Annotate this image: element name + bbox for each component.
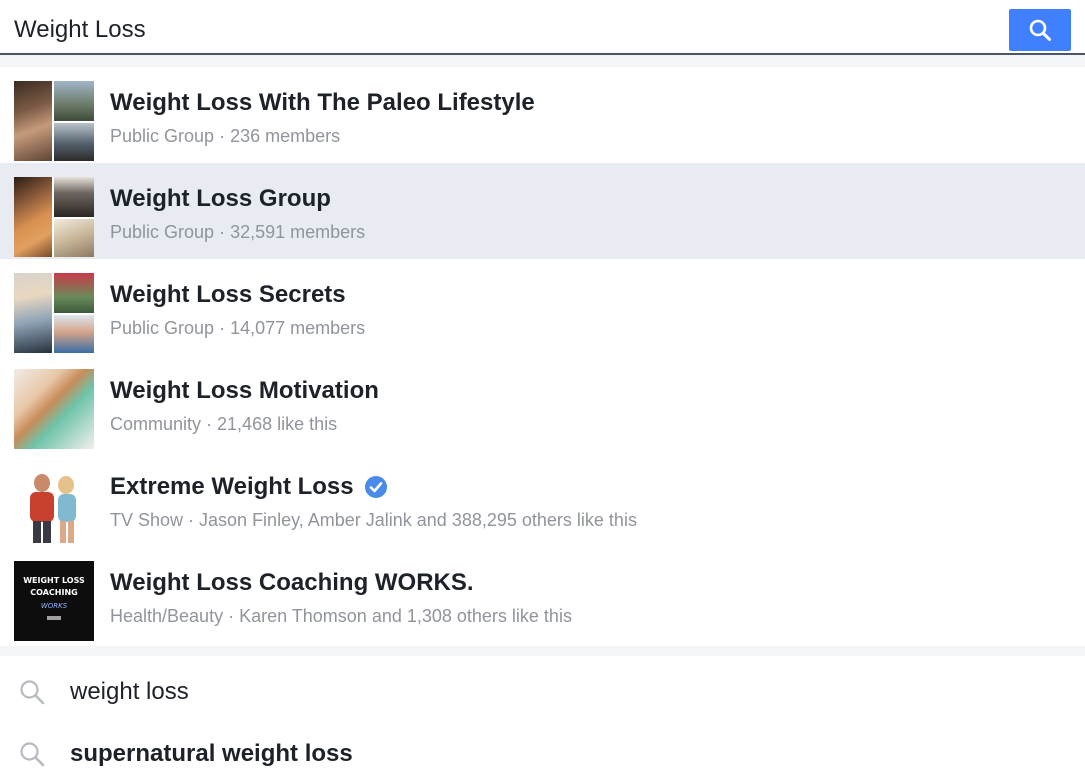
result-item[interactable]: Weight Loss Group Public Group · 32,591 … <box>0 163 1085 259</box>
result-item[interactable]: Weight Loss With The Paleo Lifestyle Pub… <box>0 67 1085 163</box>
group-thumbnail <box>14 177 94 257</box>
search-suggestion[interactable]: weight loss <box>0 664 1085 720</box>
result-title: Weight Loss Group <box>110 185 331 212</box>
group-thumbnail <box>14 273 94 353</box>
result-subtitle: Public Group · 32,591 members <box>110 222 366 242</box>
result-subtitle: Health/Beauty · Karen Thomson and 1,308 … <box>110 606 572 626</box>
result-subtitle: Public Group · 236 members <box>110 126 341 146</box>
page-logo-thumbnail: WEIGHT LOSS COACHING WORKS <box>14 561 94 641</box>
tv-show-thumbnail <box>14 465 94 545</box>
suggestions-divider <box>0 646 1085 656</box>
result-subtitle: TV Show · Jason Finley, Amber Jalink and… <box>110 510 637 530</box>
svg-text:COACHING: COACHING <box>30 588 77 597</box>
result-title: Weight Loss With The Paleo Lifestyle <box>110 89 535 116</box>
dropdown-top-gap <box>0 55 1085 67</box>
result-title: Weight Loss Coaching WORKS. <box>110 569 474 596</box>
result-title: Extreme Weight Loss <box>110 473 388 501</box>
suggestion-text: supernatural weight loss <box>70 740 353 767</box>
suggestion-text: weight loss <box>70 678 189 705</box>
svg-text:WORKS: WORKS <box>41 602 68 610</box>
coaching-logo: WEIGHT LOSS COACHING WORKS <box>14 561 94 641</box>
search-button[interactable] <box>1009 9 1071 51</box>
result-title: Weight Loss Secrets <box>110 281 346 308</box>
search-input[interactable] <box>14 12 914 48</box>
result-item[interactable]: Extreme Weight Loss TV Show · Jason Finl… <box>0 451 1085 547</box>
svg-text:WEIGHT LOSS: WEIGHT LOSS <box>23 576 85 585</box>
search-icon <box>1029 19 1051 41</box>
result-title: Weight Loss Motivation <box>110 377 379 404</box>
result-item[interactable]: Weight Loss Secrets Public Group · 14,07… <box>0 259 1085 355</box>
result-subtitle: Public Group · 14,077 members <box>110 318 366 338</box>
result-item[interactable]: WEIGHT LOSS COACHING WORKS Weight Loss C… <box>0 547 1085 643</box>
search-bar <box>0 0 1085 55</box>
search-icon <box>20 680 45 705</box>
search-icon <box>20 742 45 767</box>
search-suggestion[interactable]: supernatural weight loss <box>0 726 1085 782</box>
result-item[interactable]: Weight Loss Motivation Community · 21,46… <box>0 355 1085 451</box>
verified-badge-icon <box>364 476 387 498</box>
community-thumbnail <box>14 369 94 449</box>
search-results-list: Weight Loss With The Paleo Lifestyle Pub… <box>0 67 1085 643</box>
result-subtitle: Community · 21,468 like this <box>110 414 338 434</box>
tv-show-hosts-image <box>30 474 76 543</box>
group-thumbnail <box>14 81 94 161</box>
